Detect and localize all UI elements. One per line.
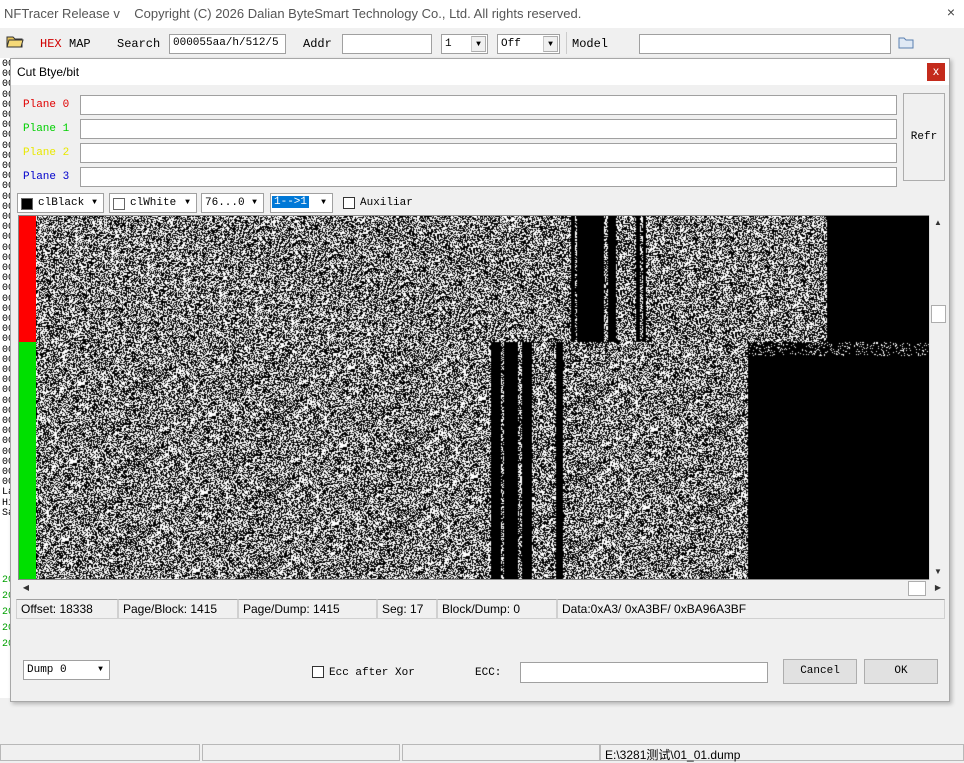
chevron-down-icon[interactable]: ▼ — [471, 36, 486, 52]
plane-0-band — [19, 216, 36, 342]
bitmap-canvas — [36, 216, 944, 579]
ecc-input[interactable] — [520, 662, 768, 683]
dialog-title: Cut Btye/bit — [17, 65, 80, 79]
auxiliar-label: Auxiliar — [360, 197, 413, 209]
vertical-scroll-thumb[interactable] — [931, 305, 946, 323]
plane-1-band — [19, 342, 36, 579]
chevron-down-icon[interactable]: ▼ — [316, 195, 331, 211]
mode-select[interactable]: Off ▼ — [497, 34, 560, 54]
app-title-bar: NFTracer Release v Copyright (C) 2026 Da… — [0, 0, 964, 28]
count-select[interactable]: 1 ▼ — [441, 34, 488, 54]
open-folder-icon[interactable] — [6, 34, 24, 51]
scroll-up-icon[interactable]: ▲ — [930, 215, 946, 231]
seg-status: Seg: 17 — [377, 599, 437, 619]
addr-input[interactable] — [342, 34, 432, 54]
chevron-down-icon[interactable]: ▼ — [180, 195, 195, 211]
dump-value: Dump 0 — [27, 664, 67, 676]
ok-button[interactable]: OK — [864, 659, 938, 684]
block-dump-status: Block/Dump: 0 — [437, 599, 557, 619]
scroll-left-icon[interactable]: ◀ — [18, 580, 34, 596]
ecc-label: ECC: — [475, 667, 502, 679]
status-cell-3 — [402, 744, 600, 761]
plane-1-input[interactable] — [80, 119, 897, 139]
scroll-down-icon[interactable]: ▼ — [930, 564, 946, 580]
chevron-down-icon[interactable]: ▼ — [87, 195, 102, 211]
plane-2-label: Plane 2 — [23, 147, 70, 159]
offset-status: Offset: 18338 — [16, 599, 118, 619]
plane-3-label: Plane 3 — [23, 171, 70, 183]
chevron-down-icon[interactable]: ▼ — [93, 662, 108, 678]
bit-range-value: 76...0 — [205, 197, 245, 209]
dump-select[interactable]: Dump 0 ▼ — [23, 660, 110, 680]
ecc-after-xor-checkbox[interactable] — [312, 666, 324, 678]
browse-folder-icon[interactable] — [898, 36, 914, 52]
mode-value: Off — [501, 38, 521, 50]
map-view-button[interactable]: MAP — [69, 37, 91, 51]
plane-0-label: Plane 0 — [23, 99, 70, 111]
file-path-status: E:\3281测试\01_01.dump — [600, 744, 964, 762]
chevron-down-icon[interactable]: ▼ — [247, 195, 262, 211]
app-status-bar: E:\3281测试\01_01.dump — [0, 744, 964, 762]
dialog-close-button[interactable]: x — [927, 63, 945, 81]
status-cell-1 — [0, 744, 200, 761]
cancel-button[interactable]: Cancel — [783, 659, 857, 684]
addr-label: Addr — [303, 37, 332, 51]
foreground-color-value: clBlack — [38, 197, 85, 209]
main-toolbar: HEX MAP Search 000055aa/h/512/5 Addr 1 ▼… — [0, 28, 964, 58]
window-close-icon[interactable]: × — [944, 5, 958, 19]
count-value: 1 — [445, 38, 452, 50]
bit-map-select[interactable]: 1-->1 ▼ — [270, 193, 333, 213]
plane-1-label: Plane 1 — [23, 123, 70, 135]
toolbar-divider — [566, 32, 567, 54]
background-color-value: clWhite — [130, 197, 177, 209]
background-color-select[interactable]: clWhite ▼ — [109, 193, 197, 213]
page-dump-status: Page/Dump: 1415 — [238, 599, 377, 619]
bit-range-select[interactable]: 76...0 ▼ — [201, 193, 264, 213]
viewer-vertical-scrollbar[interactable]: ▲ ▼ — [929, 215, 947, 580]
data-status: Data:0xA3/ 0xA3BF/ 0xBA96A3BF — [557, 599, 945, 619]
status-cell-2 — [202, 744, 400, 761]
plane-0-input[interactable] — [80, 95, 897, 115]
dialog-title-bar: Cut Btye/bit x — [11, 59, 949, 85]
search-label: Search — [117, 37, 161, 51]
refresh-button[interactable]: Refr — [903, 93, 945, 181]
plane-2-input[interactable] — [80, 143, 897, 163]
horizontal-scroll-thumb[interactable] — [908, 581, 926, 596]
cut-byte-bit-dialog: Cut Btye/bit x Plane 0 Plane 1 Plane 2 P… — [10, 58, 950, 702]
bit-map-value: 1-->1 — [272, 196, 310, 208]
scroll-right-icon[interactable]: ▶ — [930, 580, 946, 596]
search-input[interactable]: 000055aa/h/512/5 — [169, 34, 286, 54]
app-title: NFTracer Release v Copyright (C) 2026 Da… — [4, 6, 582, 21]
page-block-status: Page/Block: 1415 — [118, 599, 238, 619]
bitmap-viewer[interactable] — [18, 215, 946, 580]
chevron-down-icon[interactable]: ▼ — [543, 36, 558, 52]
plane-3-input[interactable] — [80, 167, 897, 187]
model-input[interactable] — [639, 34, 891, 54]
black-swatch-icon — [21, 198, 33, 210]
auxiliar-checkbox[interactable] — [343, 197, 355, 209]
white-swatch-icon — [113, 198, 125, 210]
ecc-after-xor-label: Ecc after Xor — [329, 667, 415, 679]
foreground-color-select[interactable]: clBlack ▼ — [17, 193, 104, 213]
model-label: Model — [572, 37, 609, 51]
viewer-horizontal-scrollbar[interactable]: ◀ ▶ — [18, 580, 946, 597]
hex-view-button[interactable]: HEX — [40, 37, 62, 51]
